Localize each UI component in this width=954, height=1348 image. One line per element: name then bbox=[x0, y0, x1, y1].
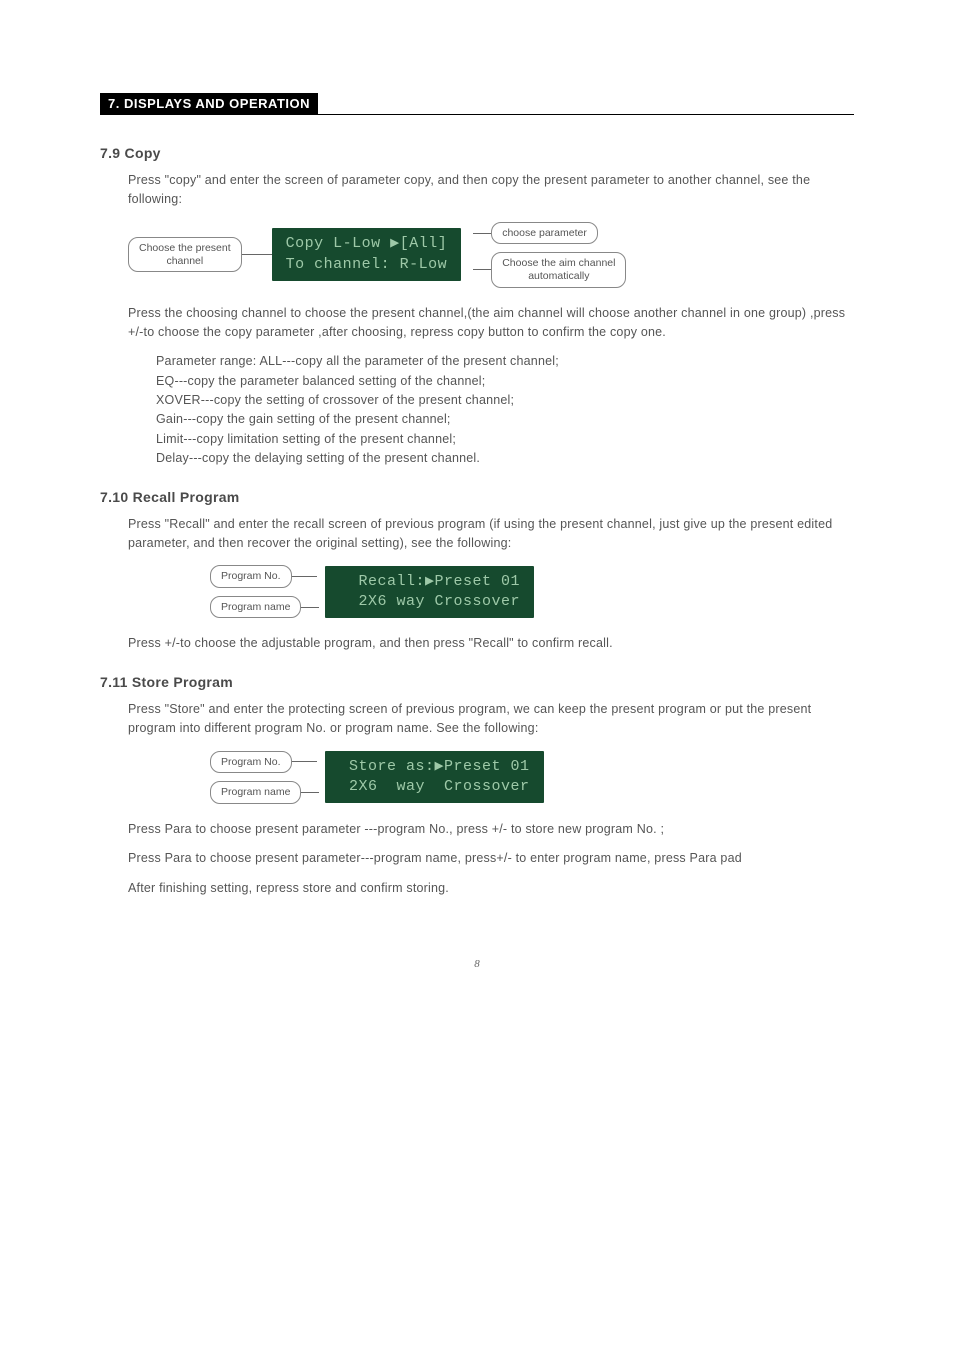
connector-line bbox=[301, 607, 319, 608]
page: 7. DISPLAYS AND OPERATION 7.9 Copy Press… bbox=[0, 0, 954, 1030]
section-title: 7. DISPLAYS AND OPERATION bbox=[100, 93, 318, 114]
text-7-9-p1: Press the choosing channel to choose the… bbox=[128, 304, 854, 343]
text-7-11-p1: Press Para to choose present parameter -… bbox=[128, 820, 854, 839]
text-7-9-b5: Limit---copy limitation setting of the p… bbox=[156, 430, 854, 449]
label-program-name: Program name bbox=[210, 781, 301, 804]
label-choose-parameter: choose parameter bbox=[491, 222, 598, 245]
heading-7-9: 7.9 Copy bbox=[100, 145, 854, 161]
right-labels-copy: choose parameter Choose the aim channel … bbox=[473, 222, 626, 288]
text-7-9-b1: Parameter range: ALL---copy all the para… bbox=[156, 352, 854, 371]
label-program-no: Program No. bbox=[210, 565, 292, 588]
text-7-9-b4: Gain---copy the gain setting of the pres… bbox=[156, 410, 854, 429]
diagram-copy: Choose the present channel Copy L-Low ▶[… bbox=[128, 222, 854, 288]
connector-line bbox=[473, 269, 491, 270]
heading-7-10: 7.10 Recall Program bbox=[100, 489, 854, 505]
text-7-11-p3: After finishing setting, repress store a… bbox=[128, 879, 854, 898]
lcd-copy: Copy L-Low ▶[All] To channel: R-Low bbox=[272, 228, 462, 281]
lcd-store-line2: 2X6 way Crossover bbox=[349, 778, 530, 795]
label-program-name: Program name bbox=[210, 596, 301, 619]
connector-line bbox=[292, 761, 317, 762]
lcd-recall-line2: 2X6 way Crossover bbox=[358, 593, 520, 610]
connector-line bbox=[292, 576, 317, 577]
label-choose-aim-channel: Choose the aim channel automatically bbox=[491, 252, 626, 287]
left-labels-store: Program No. Program name bbox=[210, 751, 319, 804]
lcd-store-line1: Store as:▶Preset 01 bbox=[349, 758, 530, 775]
connector-line bbox=[301, 792, 319, 793]
text-7-10-intro: Press "Recall" and enter the recall scre… bbox=[128, 515, 854, 554]
section-header-bar: 7. DISPLAYS AND OPERATION bbox=[100, 90, 854, 115]
diagram-store: Program No. Program name Store as:▶Prese… bbox=[210, 751, 854, 804]
text-7-9-intro: Press "copy" and enter the screen of par… bbox=[128, 171, 854, 210]
connector-line bbox=[242, 254, 272, 255]
lcd-recall-line1: Recall:▶Preset 01 bbox=[358, 573, 520, 590]
text-7-10-p1: Press +/-to choose the adjustable progra… bbox=[128, 634, 854, 653]
label-choose-present-channel: Choose the present channel bbox=[128, 237, 242, 272]
text-7-9-b2: EQ---copy the parameter balanced setting… bbox=[156, 372, 854, 391]
text-7-9-b6: Delay---copy the delaying setting of the… bbox=[156, 449, 854, 468]
text-7-11-intro: Press "Store" and enter the protecting s… bbox=[128, 700, 854, 739]
lcd-copy-line2: To channel: R-Low bbox=[286, 256, 448, 273]
text-7-11-p2: Press Para to choose present parameter--… bbox=[128, 849, 854, 868]
left-labels-recall: Program No. Program name bbox=[210, 565, 319, 618]
text-7-9-b3: XOVER---copy the setting of crossover of… bbox=[156, 391, 854, 410]
lcd-copy-line1: Copy L-Low ▶[All] bbox=[286, 235, 448, 252]
label-program-no: Program No. bbox=[210, 751, 292, 774]
lcd-recall: Recall:▶Preset 01 2X6 way Crossover bbox=[325, 566, 534, 619]
connector-line bbox=[473, 233, 491, 234]
diagram-recall: Program No. Program name Recall:▶Preset … bbox=[210, 565, 854, 618]
page-number: 8 bbox=[100, 958, 854, 970]
heading-7-11: 7.11 Store Program bbox=[100, 674, 854, 690]
lcd-store: Store as:▶Preset 01 2X6 way Crossover bbox=[325, 751, 543, 804]
